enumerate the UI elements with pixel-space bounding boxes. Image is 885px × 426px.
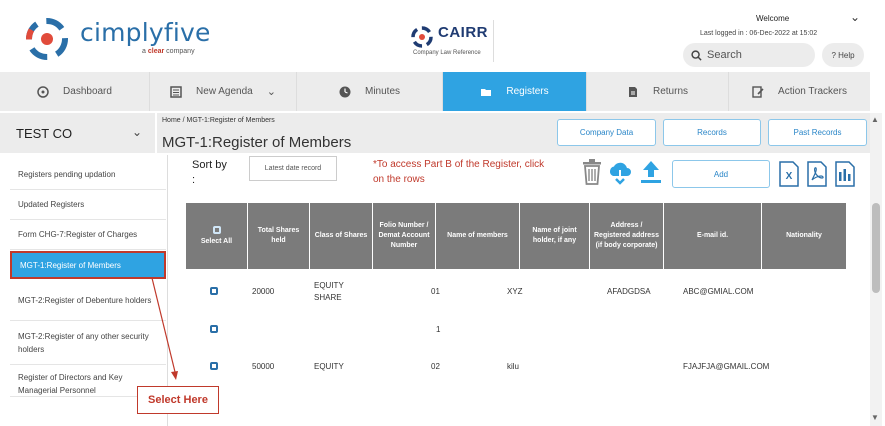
annotation-arrow <box>151 277 178 380</box>
select-here-callout: Select Here <box>137 386 219 414</box>
